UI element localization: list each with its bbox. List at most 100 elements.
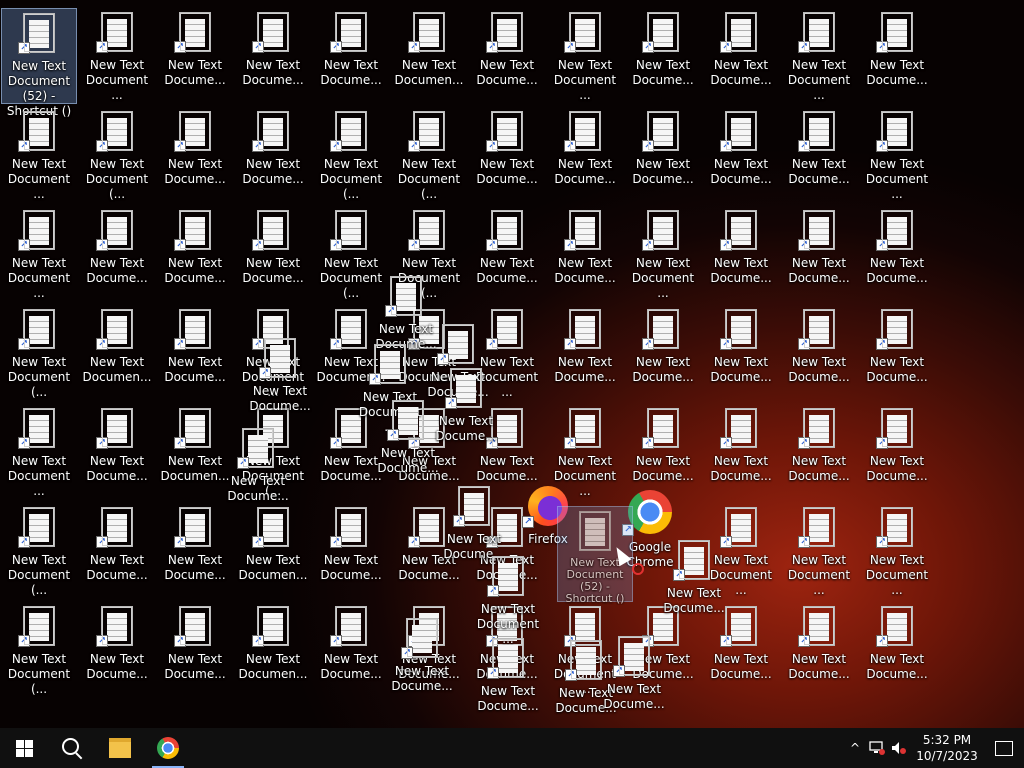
desktop-icon[interactable]: ↗ New Text Docume... <box>235 8 311 104</box>
desktop-icon[interactable]: ↗ New Text Docume... <box>469 206 545 302</box>
desktop-icon[interactable]: ↗ New Text Docume... <box>703 404 779 500</box>
desktop-icon[interactable]: ↗ New Text Docume... <box>220 424 296 520</box>
desktop-icon[interactable]: ↗ New Text Docume... <box>157 8 233 104</box>
shortcut-arrow-icon: ↗ <box>252 140 264 152</box>
search-button[interactable] <box>48 728 96 768</box>
desktop-icon[interactable]: ↗ New Text Docume... <box>547 305 623 401</box>
desktop-icon[interactable]: ↗ New Text Docume... <box>384 614 460 710</box>
desktop-icon[interactable]: ↗ New Text Document ... <box>79 8 155 104</box>
desktop-icon[interactable]: ↗ New Text Document ... <box>547 8 623 104</box>
show-hidden-icons-button[interactable]: ^ <box>844 728 866 768</box>
desktop-icon[interactable]: ↗ New Text Docume... <box>859 602 935 698</box>
desktop-icon[interactable]: ↗ New Text Docume... <box>625 107 701 203</box>
desktop-icon-label: New Text Docume... <box>86 256 148 285</box>
text-document-icon: ↗ <box>174 309 211 350</box>
no-drop-icon <box>632 563 644 575</box>
desktop-icon[interactable]: ↗ New Text Docume... <box>469 107 545 203</box>
volume-muted-icon[interactable] <box>888 728 910 768</box>
desktop-icon[interactable]: ↗ New Text Documen... <box>391 8 467 104</box>
desktop-icon[interactable]: ↗ New Text Docume... <box>157 305 233 401</box>
desktop-icon[interactable]: ↗ New Text Docume... <box>79 404 155 500</box>
desktop-icon[interactable]: ↗ New Text Docume... <box>157 206 233 302</box>
shortcut-arrow-icon: ↗ <box>673 569 685 581</box>
text-document-icon: ↗ <box>369 344 406 385</box>
text-document-icon: ↗ <box>798 507 835 548</box>
desktop-icon[interactable]: ↗ New Text Document (... <box>1 503 77 599</box>
desktop-icon[interactable]: ↗ New Text Docume... <box>547 206 623 302</box>
desktop-icon[interactable]: ↗ New Text Docume... <box>703 107 779 203</box>
desktop-icon[interactable]: ↗ New Text Docume... <box>703 305 779 401</box>
desktop-icon-label: New Text Docume... <box>866 652 928 681</box>
desktop-icon[interactable]: ↗ New Text Docume... <box>547 107 623 203</box>
desktop-icon[interactable]: ↗ New Text Docume... <box>859 404 935 500</box>
desktop-icon[interactable]: ↗ New Text Document ... <box>1 206 77 302</box>
desktop-icon[interactable]: ↗ New Text Docume... <box>781 206 857 302</box>
desktop-icon[interactable]: ↗ New Text Docume... <box>235 206 311 302</box>
text-document-icon: ↗ <box>401 618 438 659</box>
desktop[interactable]: ↗New Text Document (52) - Shortcut () ↗ Ne… <box>0 0 1024 728</box>
desktop-icon[interactable]: ↗ New Text Document (... <box>1 602 77 698</box>
desktop-icon[interactable]: ↗ New Text Docume... <box>859 206 935 302</box>
desktop-icon[interactable]: ↗ New Text Docume... <box>703 8 779 104</box>
desktop-icon[interactable]: ↗ New Text Docume... <box>781 305 857 401</box>
desktop-icon[interactable]: ↗ New Text Docume... <box>235 107 311 203</box>
taskbar-file-explorer[interactable] <box>96 728 144 768</box>
desktop-icon[interactable]: ↗ New Text Docume... <box>79 602 155 698</box>
desktop-icon[interactable]: ↗ New Text Document ... <box>781 503 857 599</box>
desktop-icon[interactable]: ↗ New Text Docume... <box>656 536 732 632</box>
desktop-icon[interactable]: ↗ New Text Document ... <box>859 503 935 599</box>
notification-icon <box>995 740 1013 756</box>
desktop-icon[interactable]: ↗ New Text Document ... <box>1 107 77 203</box>
shortcut-arrow-icon: ↗ <box>487 667 499 679</box>
desktop-icon[interactable]: ↗ New Text Docume... <box>781 404 857 500</box>
shortcut-arrow-icon: ↗ <box>401 647 413 659</box>
desktop-icon[interactable]: ↗ New Text Docume... <box>157 602 233 698</box>
desktop-icon[interactable]: ↗ New Text Document ... <box>781 8 857 104</box>
shortcut-arrow-icon: ↗ <box>96 338 108 350</box>
desktop-icon[interactable]: ↗ New Text Docume... <box>625 305 701 401</box>
network-icon[interactable] <box>866 728 888 768</box>
desktop-icon-label: New Text Documen... <box>238 652 308 681</box>
shortcut-arrow-icon: ↗ <box>876 140 888 152</box>
desktop-icon[interactable]: ↗ New Text Document (... <box>313 107 389 203</box>
action-center-button[interactable] <box>984 728 1024 768</box>
desktop-icon[interactable]: ↗ New Text Docume... <box>242 334 318 430</box>
desktop-icon[interactable]: ↗ New Text Docume... <box>470 634 546 730</box>
desktop-icon[interactable]: ↗ New Text Document (... <box>79 107 155 203</box>
desktop-icon[interactable]: ↗ New Text Docume... <box>859 305 935 401</box>
text-document-icon: ↗ <box>237 428 274 469</box>
desktop-icon[interactable]: ↗ New Text Docume... <box>703 206 779 302</box>
desktop-icon-label: New Text Document ... <box>7 454 71 498</box>
desktop-icon-label: New Text Docume... <box>632 58 694 87</box>
desktop-icon[interactable]: ↗ New Text Docume... <box>781 107 857 203</box>
desktop-icon[interactable]: ↗ New Text Docume... <box>313 602 389 698</box>
shortcut-arrow-icon: ↗ <box>369 373 381 385</box>
desktop-icon[interactable]: ↗ New Text Docume... <box>469 8 545 104</box>
desktop-icon[interactable]: ↗ New Text Docume... <box>859 8 935 104</box>
desktop-icon[interactable]: ↗ New Text Document (... <box>1 305 77 401</box>
desktop-icon[interactable]: ↗ New Text Document ... <box>1 404 77 500</box>
desktop-icon[interactable]: ↗ New Text Docume... <box>313 503 389 599</box>
shortcut-arrow-icon: ↗ <box>798 338 810 350</box>
desktop-icon[interactable]: ↗New Text Document (52) - Shortcut () <box>1 8 77 118</box>
desktop-icon[interactable]: ↗ New Text Docume... <box>79 206 155 302</box>
desktop-icon[interactable]: ↗ New Text Document ... <box>625 206 701 302</box>
shortcut-arrow-icon: ↗ <box>564 41 576 53</box>
desktop-icon[interactable]: ↗ New Text Document ... <box>859 107 935 203</box>
desktop-icon[interactable]: ↗ New Text Documen... <box>235 602 311 698</box>
desktop-icon[interactable]: ↗ New Text Docume... <box>625 8 701 104</box>
desktop-icon[interactable]: ↗ New Text Docume... <box>157 107 233 203</box>
desktop-icon[interactable]: ↗ New Text Docume... <box>596 632 672 728</box>
desktop-icon[interactable]: ↗ New Text Docume... <box>79 503 155 599</box>
desktop-icon[interactable]: ↗ New Text Docume... <box>428 364 504 460</box>
taskbar-google-chrome[interactable] <box>144 728 192 768</box>
start-button[interactable] <box>0 728 48 768</box>
desktop-icon[interactable]: ↗ New Text Docume... <box>625 404 701 500</box>
desktop-icon-label: New Text Docume... <box>788 355 850 384</box>
clock[interactable]: 5:32 PM 10/7/2023 <box>910 732 984 764</box>
desktop-icon[interactable]: ↗ New Text Docume... <box>781 602 857 698</box>
desktop-icon[interactable]: ↗ New Text Documen... <box>79 305 155 401</box>
desktop-icon[interactable]: ↗ New Text Document (... <box>391 107 467 203</box>
desktop-icon[interactable]: ↗ New Text Docume... <box>313 8 389 104</box>
taskbar: ^ 5:32 PM 10/7/2023 <box>0 728 1024 768</box>
